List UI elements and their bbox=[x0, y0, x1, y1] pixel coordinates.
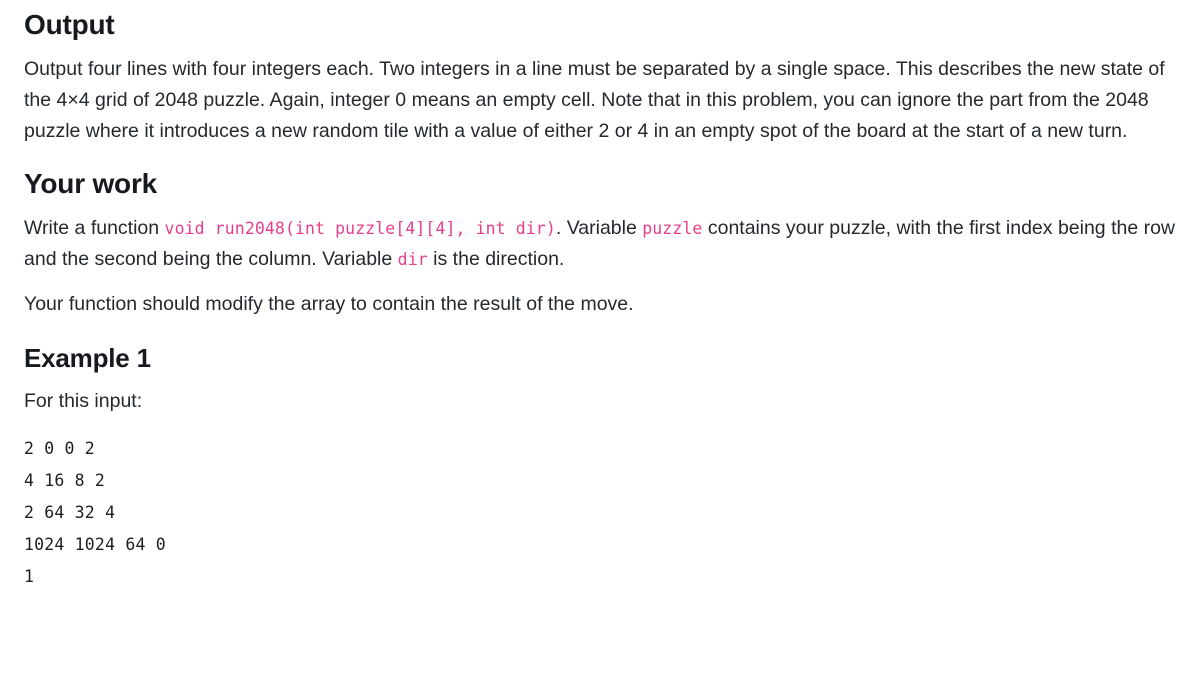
example-input-label: For this input: bbox=[24, 390, 143, 412]
inline-code-dir: dir bbox=[397, 250, 428, 269]
page-title-output: Output bbox=[24, 9, 115, 40]
your-work-modify-array-paragraph: Your function should modify the array to… bbox=[24, 293, 634, 315]
your-work-paragraph: Write a function void run2048(int puzzle… bbox=[24, 201, 1188, 275]
your-work-mid-text-1: . Variable bbox=[555, 217, 643, 239]
section-heading-your-work: Your work bbox=[24, 168, 158, 199]
example-input-code-block: 2 0 0 2 4 16 8 2 2 64 32 4 1024 1024 64 … bbox=[24, 439, 166, 586]
inline-code-puzzle: puzzle bbox=[642, 219, 703, 238]
section-heading-example-1: Example 1 bbox=[24, 343, 151, 373]
output-description-paragraph: Output four lines with four integers eac… bbox=[24, 58, 1165, 142]
article-content: Output Output four lines with four integ… bbox=[0, 0, 1204, 593]
your-work-lead-text: Write a function bbox=[24, 217, 165, 239]
your-work-tail-text: is the direction. bbox=[427, 248, 565, 270]
inline-code-function-signature: void run2048(int puzzle[4][4], int dir) bbox=[164, 219, 556, 238]
